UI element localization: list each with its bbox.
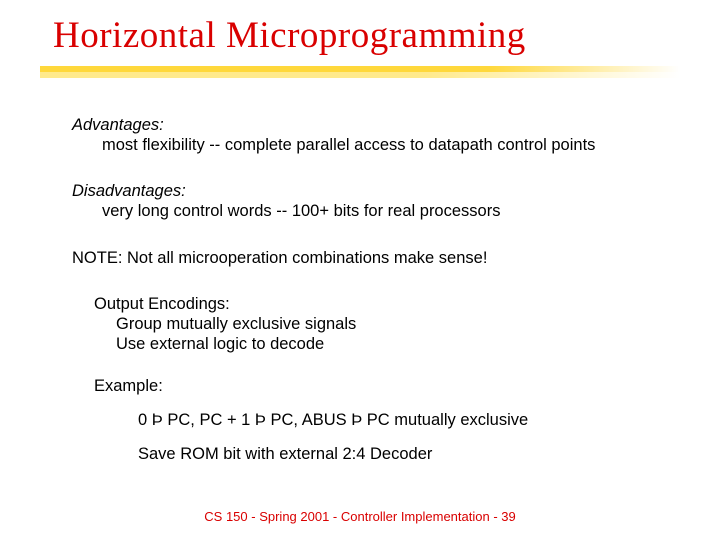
encodings-line2: Use external logic to decode bbox=[94, 334, 680, 354]
slide-footer: CS 150 - Spring 2001 - Controller Implem… bbox=[0, 509, 720, 524]
advantages-section: Advantages: most flexibility -- complete… bbox=[72, 115, 680, 155]
underline-bottom bbox=[40, 72, 680, 78]
disadvantages-label: Disadvantages: bbox=[72, 181, 680, 201]
encodings-line1: Group mutually exclusive signals bbox=[94, 314, 680, 334]
slide: Horizontal Microprogramming Advantages: … bbox=[0, 0, 720, 540]
disadvantages-line: very long control words -- 100+ bits for… bbox=[72, 201, 680, 221]
example-section: Example: 0 Þ PC, PC + 1 Þ PC, ABUS Þ PC … bbox=[72, 376, 680, 464]
slide-title: Horizontal Microprogramming bbox=[53, 14, 526, 57]
advantages-label: Advantages: bbox=[72, 115, 680, 135]
example-line1: 0 Þ PC, PC + 1 Þ PC, ABUS Þ PC mutually … bbox=[94, 410, 680, 430]
title-underline bbox=[40, 66, 680, 84]
example-label: Example: bbox=[94, 376, 680, 396]
encodings-label: Output Encodings: bbox=[94, 294, 680, 314]
disadvantages-section: Disadvantages: very long control words -… bbox=[72, 181, 680, 221]
encodings-section: Output Encodings: Group mutually exclusi… bbox=[72, 294, 680, 354]
slide-body: Advantages: most flexibility -- complete… bbox=[72, 115, 680, 464]
note-line: NOTE: Not all microoperation combination… bbox=[72, 248, 680, 268]
advantages-line: most flexibility -- complete parallel ac… bbox=[72, 135, 680, 155]
example-line2: Save ROM bit with external 2:4 Decoder bbox=[94, 444, 680, 464]
